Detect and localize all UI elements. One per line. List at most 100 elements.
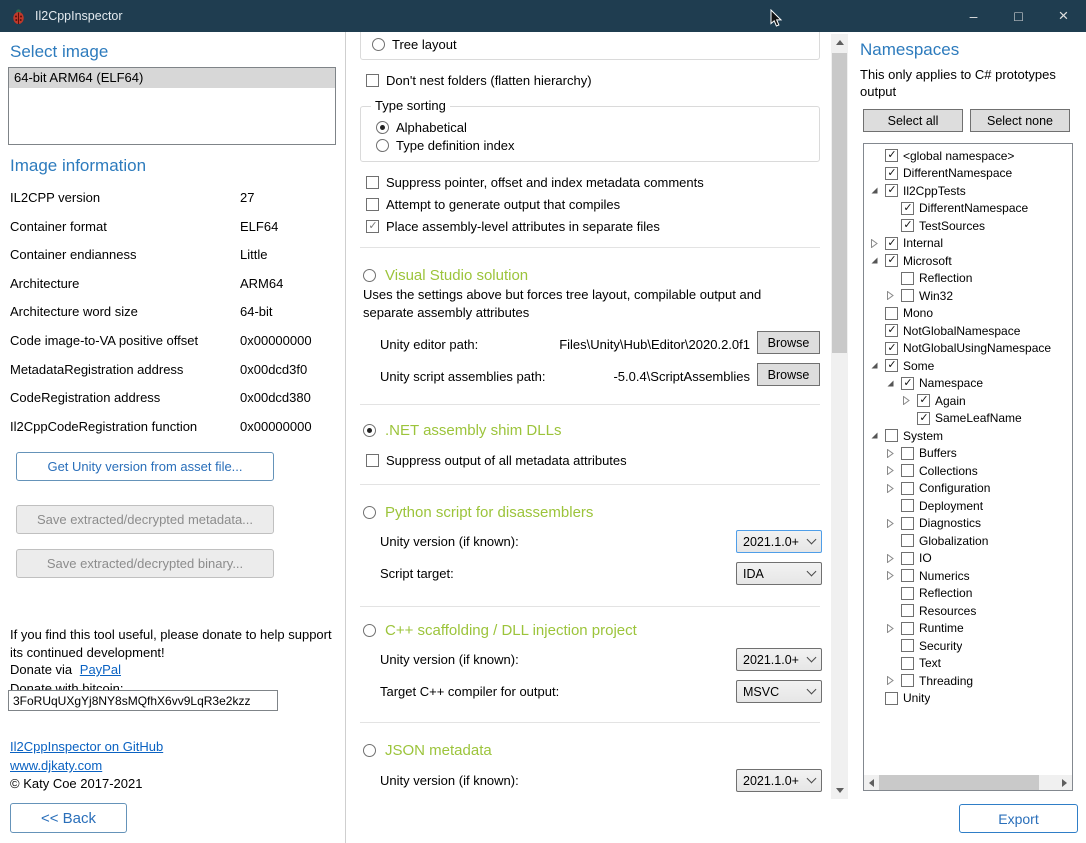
image-list-item[interactable]: 64-bit ARM64 (ELF64) [9,68,335,88]
tree-item-differentnamespace[interactable]: DifferentNamespace [864,200,1072,218]
namespace-checkbox[interactable] [885,167,898,180]
scroll-right-icon[interactable] [1057,775,1072,790]
script-target-combo[interactable]: IDA [736,562,822,585]
python-script-radio[interactable]: Python script for disassemblers [363,502,593,522]
tree-item-diagnostics[interactable]: Diagnostics [864,515,1072,533]
expander-expanded-icon[interactable] [886,378,901,388]
namespace-checkbox[interactable] [901,604,914,617]
tree-item-microsoft[interactable]: Microsoft [864,252,1072,270]
cpp-compiler-combo[interactable]: MSVC [736,680,822,703]
tree-item-reflection[interactable]: Reflection [864,585,1072,603]
tree-item-collections[interactable]: Collections [864,462,1072,480]
namespace-checkbox[interactable] [885,254,898,267]
flatten-checkbox[interactable]: Don't nest folders (flatten hierarchy) [366,72,592,88]
tree-item-numerics[interactable]: Numerics [864,567,1072,585]
namespace-checkbox[interactable] [885,307,898,320]
tree-item-win32[interactable]: Win32 [864,287,1072,305]
namespace-checkbox[interactable] [901,482,914,495]
namespace-checkbox[interactable] [901,272,914,285]
namespace-checkbox[interactable] [885,184,898,197]
separate-attributes-checkbox[interactable]: Place assembly-level attributes in separ… [366,218,660,234]
namespace-checkbox[interactable] [901,569,914,582]
assemblies-path-value[interactable]: -5.0.4\ScriptAssemblies [514,369,750,384]
expander-collapsed-icon[interactable] [886,571,901,581]
json-metadata-radio[interactable]: JSON metadata [363,740,492,760]
image-listbox[interactable]: 64-bit ARM64 (ELF64) [8,67,336,145]
tree-item-sameleafname[interactable]: SameLeafName [864,410,1072,428]
tree-item-resources[interactable]: Resources [864,602,1072,620]
namespace-checkbox[interactable] [901,587,914,600]
namespace-checkbox[interactable] [901,639,914,652]
scrollbar-thumb[interactable] [832,53,847,353]
scroll-left-icon[interactable] [864,775,879,790]
expander-collapsed-icon[interactable] [886,676,901,686]
json-unity-version-combo[interactable]: 2021.1.0+ [736,769,822,792]
namespace-checkbox[interactable] [885,342,898,355]
paypal-link[interactable]: PayPal [80,662,121,677]
namespace-checkbox[interactable] [917,394,930,407]
tree-item-unity[interactable]: Unity [864,690,1072,708]
namespace-checkbox[interactable] [901,464,914,477]
namespace-checkbox[interactable] [885,359,898,372]
back-button[interactable]: << Back [10,803,127,833]
tree-item-testsources[interactable]: TestSources [864,217,1072,235]
scroll-down-icon[interactable] [831,782,848,799]
namespace-checkbox[interactable] [885,692,898,705]
tree-item-global-namespace[interactable]: <global namespace> [864,147,1072,165]
alphabetical-radio[interactable]: Alphabetical [376,119,467,135]
tree-item-io[interactable]: IO [864,550,1072,568]
namespace-checkbox[interactable] [901,674,914,687]
select-all-button[interactable]: Select all [863,109,963,132]
namespace-checkbox[interactable] [901,377,914,390]
expander-expanded-icon[interactable] [870,361,885,371]
expander-collapsed-icon[interactable] [886,483,901,493]
type-definition-index-radio[interactable]: Type definition index [376,137,515,153]
bitcoin-address-input[interactable] [8,690,278,711]
namespace-checkbox[interactable] [901,657,914,670]
expander-collapsed-icon[interactable] [886,291,901,301]
tree-item-security[interactable]: Security [864,637,1072,655]
tree-item-again[interactable]: Again [864,392,1072,410]
scrollbar-thumb[interactable] [879,775,1039,790]
tree-item-globalization[interactable]: Globalization [864,532,1072,550]
titlebar[interactable]: Il2CppInspector – □ × [0,0,1086,32]
namespace-checkbox[interactable] [885,324,898,337]
namespace-checkbox[interactable] [901,289,914,302]
cpp-unity-version-combo[interactable]: 2021.1.0+ [736,648,822,671]
suppress-comments-checkbox[interactable]: Suppress pointer, offset and index metad… [366,174,704,190]
namespace-checkbox[interactable] [901,552,914,565]
scroll-up-icon[interactable] [831,34,848,51]
suppress-attributes-checkbox[interactable]: Suppress output of all metadata attribut… [366,452,627,468]
expander-collapsed-icon[interactable] [886,448,901,458]
tree-item-reflection[interactable]: Reflection [864,270,1072,288]
expander-expanded-icon[interactable] [870,256,885,266]
tree-item-threading[interactable]: Threading [864,672,1072,690]
tree-item-system[interactable]: System [864,427,1072,445]
tree-item-differentnamespace[interactable]: DifferentNamespace [864,165,1072,183]
namespace-checkbox[interactable] [901,517,914,530]
visual-studio-radio[interactable]: Visual Studio solution [363,265,528,285]
tree-horizontal-scrollbar[interactable] [864,775,1072,790]
namespace-checkbox[interactable] [901,447,914,460]
namespace-checkbox[interactable] [917,412,930,425]
namespace-checkbox[interactable] [901,219,914,232]
minimize-button-icon[interactable]: – [951,0,996,32]
expander-expanded-icon[interactable] [870,431,885,441]
website-link[interactable]: www.djkaty.com [10,758,102,773]
options-vertical-scrollbar[interactable] [831,34,848,799]
namespace-checkbox[interactable] [901,202,914,215]
namespace-checkbox[interactable] [901,622,914,635]
namespace-checkbox[interactable] [885,237,898,250]
tree-item-text[interactable]: Text [864,655,1072,673]
tree-item-some[interactable]: Some [864,357,1072,375]
expander-collapsed-icon[interactable] [870,238,885,248]
select-none-button[interactable]: Select none [970,109,1070,132]
tree-item-deployment[interactable]: Deployment [864,497,1072,515]
cpp-scaffolding-radio[interactable]: C++ scaffolding / DLL injection project [363,620,637,640]
tree-item-runtime[interactable]: Runtime [864,620,1072,638]
tree-item-configuration[interactable]: Configuration [864,480,1072,498]
namespace-checkbox[interactable] [885,429,898,442]
browse-editor-path-button[interactable]: Browse [757,331,820,354]
export-button[interactable]: Export [959,804,1078,833]
expander-expanded-icon[interactable] [870,186,885,196]
